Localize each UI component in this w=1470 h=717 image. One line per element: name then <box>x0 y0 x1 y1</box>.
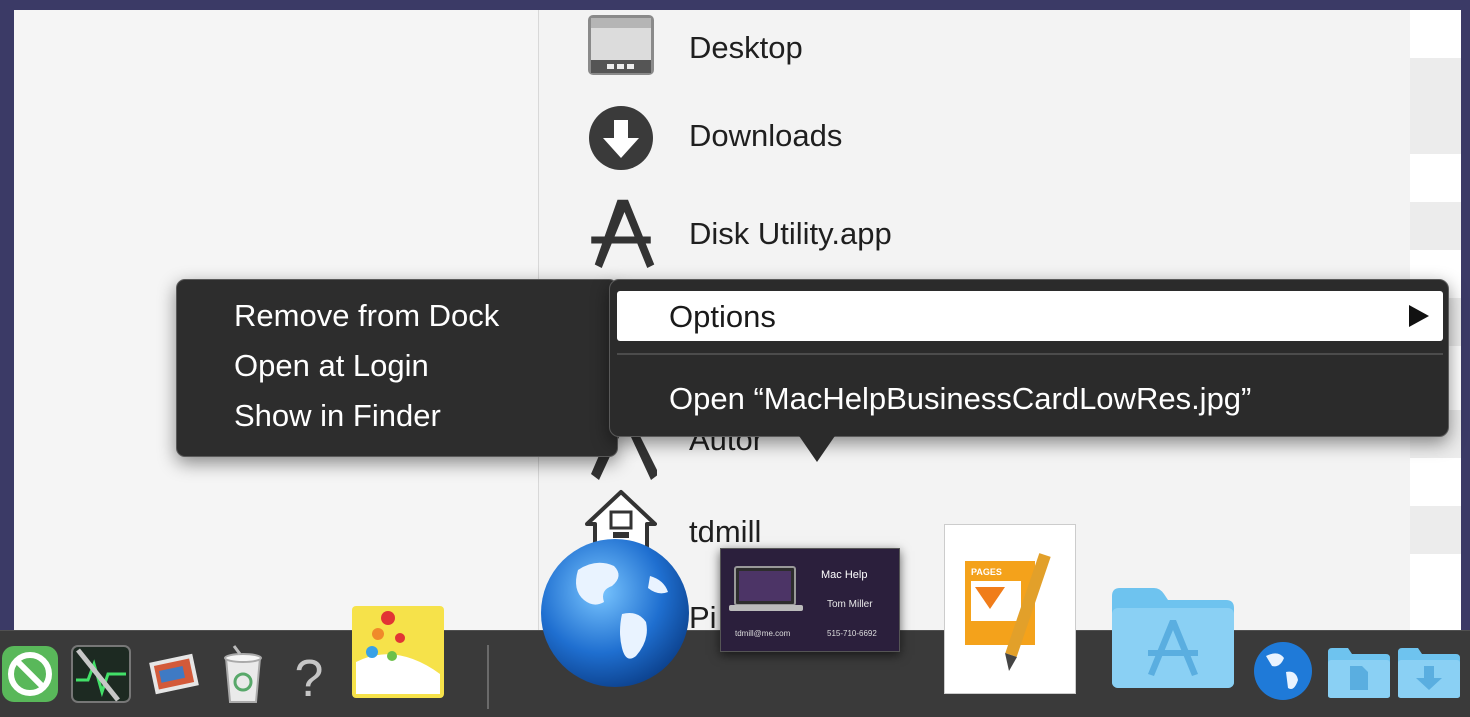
pages-doc-label: PAGES <box>971 567 1002 577</box>
pages-document-icon[interactable]: PAGES <box>944 524 1076 694</box>
desktop-folder-icon <box>588 15 654 75</box>
card-email: tdmill@me.com <box>735 629 791 638</box>
card-brand: Mac Help <box>821 569 868 581</box>
menu-item-options-label: Options <box>669 299 776 334</box>
do-not-disturb-icon[interactable] <box>0 642 60 706</box>
menu-item-remove-from-dock[interactable]: Remove from Dock <box>234 298 499 334</box>
macbook-icon <box>729 566 803 611</box>
list-stripe <box>1410 58 1461 106</box>
list-stripe <box>1410 506 1461 554</box>
stack-item-downloads[interactable]: Downloads <box>585 100 985 170</box>
applications-folder-icon[interactable] <box>1108 584 1238 690</box>
list-stripe <box>1410 202 1461 250</box>
stack-item-label: Pi <box>689 600 717 630</box>
globe-icon[interactable] <box>538 536 692 690</box>
submenu-arrow-icon <box>1409 305 1429 327</box>
downloads-icon <box>589 106 653 170</box>
dock-divider[interactable] <box>487 645 489 709</box>
documents-folder-icon[interactable] <box>1326 646 1392 700</box>
stack-context-menu: Options Open “MacHelpBusinessCardLowRes.… <box>609 279 1449 437</box>
stack-item-label: Desktop <box>689 30 803 65</box>
photos-icon[interactable] <box>146 650 202 700</box>
menu-item-open-file[interactable]: Open “MacHelpBusinessCardLowRes.jpg” <box>669 381 1251 417</box>
stack-item-disk-utility[interactable]: Disk Utility.app <box>585 198 985 268</box>
stickies-app-icon[interactable] <box>348 602 448 702</box>
stack-item-label: Downloads <box>689 118 843 153</box>
pages-logo-icon <box>965 553 1051 671</box>
business-card-image[interactable]: Mac Help Tom Miller tdmill@me.com 515-71… <box>720 548 900 652</box>
menu-separator <box>617 353 1443 355</box>
app-store-a-icon <box>591 199 655 268</box>
downloads-folder-icon[interactable] <box>1396 646 1462 700</box>
trash-icon[interactable] <box>218 642 268 706</box>
activity-monitor-icon[interactable] <box>68 642 134 706</box>
list-stripe <box>1410 106 1461 154</box>
stack-item-label: Disk Utility.app <box>689 216 892 251</box>
svg-text:?: ? <box>295 650 324 706</box>
menu-pointer <box>795 430 839 462</box>
globe-small-icon[interactable] <box>1252 640 1314 702</box>
menu-item-show-in-finder[interactable]: Show in Finder <box>234 398 441 434</box>
menu-item-options[interactable]: Options <box>617 291 1443 341</box>
menu-item-open-at-login[interactable]: Open at Login <box>234 348 429 384</box>
stack-item-label: tdmill <box>689 514 762 549</box>
question-mark-icon[interactable]: ? <box>284 642 334 706</box>
card-phone: 515-710-6692 <box>827 629 877 638</box>
stack-item-desktop[interactable]: Desktop <box>585 12 985 82</box>
card-name: Tom Miller <box>827 599 873 610</box>
dock-context-menu: Remove from Dock Open at Login Show in F… <box>176 279 618 457</box>
